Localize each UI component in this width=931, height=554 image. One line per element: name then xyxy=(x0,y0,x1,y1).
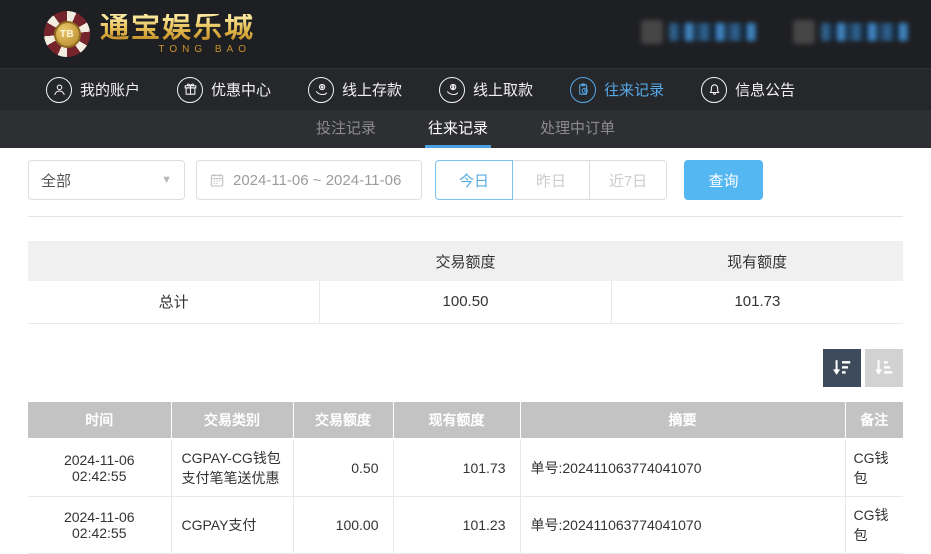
cell-time: 2024-11-06 02:42:55 xyxy=(28,496,171,554)
sort-ascending-icon xyxy=(875,359,893,375)
redacted-text xyxy=(669,23,757,41)
sort-controls xyxy=(28,348,903,387)
filter-row: 全部 ▼ 2024-11-06 ~ 2024-11-06 今日 昨日 近7日 查… xyxy=(0,148,931,200)
user-icon xyxy=(793,20,815,44)
cell-note: CG钱包 xyxy=(844,496,903,554)
tab-label: 往来记录 xyxy=(427,120,488,137)
tab-label: 处理中订单 xyxy=(540,120,616,137)
summary-header-row: 交易额度 现有额度 xyxy=(28,241,903,281)
nav-label: 信息公告 xyxy=(735,82,796,99)
brand-text: 通宝娱乐城 TONG BAO xyxy=(100,11,256,55)
today-button[interactable]: 今日 xyxy=(435,160,513,200)
nav-label: 往来记录 xyxy=(604,82,665,99)
tab-label: 投注记录 xyxy=(315,120,376,137)
nav-item-my-account[interactable]: 我的账户 xyxy=(46,76,141,103)
header-time: 时间 xyxy=(28,401,172,440)
bell-icon xyxy=(701,76,728,103)
clipboard-clock-icon xyxy=(570,76,597,103)
wallet-icon xyxy=(641,20,663,44)
summary-total-label: 总计 xyxy=(28,281,320,324)
cell-note: CG钱包 xyxy=(844,438,903,497)
cell-summary: 单号:202411063774041070 xyxy=(519,438,845,497)
header-note: 备注 xyxy=(845,401,903,440)
query-button[interactable]: 查询 xyxy=(684,160,763,200)
tab-pending-orders[interactable]: 处理中订单 xyxy=(537,110,618,148)
summary-header-empty xyxy=(28,241,320,281)
nav-item-promotions[interactable]: 优惠中心 xyxy=(177,76,272,103)
section-divider xyxy=(28,216,903,217)
casino-chip-icon: TB xyxy=(44,11,90,57)
summary-header-current-balance: 现有额度 xyxy=(611,241,903,281)
tab-transaction-records[interactable]: 往来记录 xyxy=(424,110,491,148)
gift-icon xyxy=(177,76,204,103)
user-balance-redacted xyxy=(641,20,757,44)
sort-descending-icon xyxy=(833,359,851,375)
table-row: 2024-11-06 02:42:55 CGPAY-CG钱包支付笔笔送优惠 0.… xyxy=(28,438,903,497)
main-nav: 我的账户 优惠中心 线上存款 线上取款 往来记录 信息公告 xyxy=(0,68,931,110)
header-amount: 交易额度 xyxy=(293,401,394,440)
tab-betting-records[interactable]: 投注记录 xyxy=(313,110,379,148)
summary-header-transaction-amount: 交易额度 xyxy=(319,241,612,281)
table-row: 2024-11-06 02:42:55 CGPAY支付 100.00 101.2… xyxy=(28,496,903,554)
type-select[interactable]: 全部 ▼ xyxy=(28,160,185,200)
brand-name-cn: 通宝娱乐城 xyxy=(100,11,256,44)
calendar-icon xyxy=(210,174,224,187)
quick-date-button-group: 今日 昨日 近7日 xyxy=(435,160,667,200)
chip-monogram: TB xyxy=(53,20,81,48)
chevron-down-icon: ▼ xyxy=(161,174,172,186)
summary-total-row: 总计 100.50 101.73 xyxy=(28,281,903,324)
summary-total-current-balance: 101.73 xyxy=(610,281,903,324)
cell-amount: 100.00 xyxy=(292,496,393,554)
records-header-row: 时间 交易类别 交易额度 现有额度 摘要 备注 xyxy=(28,401,903,440)
top-header: TB 通宝娱乐城 TONG BAO xyxy=(0,0,931,68)
nav-item-deposit[interactable]: 线上存款 xyxy=(308,76,403,103)
type-select-value: 全部 xyxy=(41,172,72,190)
header-summary: 摘要 xyxy=(520,401,846,440)
cell-balance: 101.23 xyxy=(392,496,520,554)
cell-summary: 单号:202411063774041070 xyxy=(519,496,845,554)
withdraw-hand-dollar-icon xyxy=(439,76,466,103)
summary-table: 交易额度 现有额度 总计 100.50 101.73 xyxy=(28,241,903,324)
records-table: 时间 交易类别 交易额度 现有额度 摘要 备注 2024-11-06 02:42… xyxy=(28,401,903,554)
yesterday-button[interactable]: 昨日 xyxy=(512,160,590,200)
cell-type: CGPAY支付 xyxy=(170,496,293,554)
header-balance: 现有额度 xyxy=(393,401,521,440)
nav-item-announcements[interactable]: 信息公告 xyxy=(701,76,796,103)
last-7-days-button[interactable]: 近7日 xyxy=(589,160,667,200)
cell-time: 2024-11-06 02:42:55 xyxy=(28,438,171,497)
sort-descending-button[interactable] xyxy=(823,348,861,387)
redacted-text xyxy=(821,23,909,41)
date-range-input[interactable]: 2024-11-06 ~ 2024-11-06 xyxy=(196,160,422,200)
user-info-area xyxy=(641,20,909,44)
nav-label: 线上存款 xyxy=(342,82,403,99)
nav-item-transaction-records[interactable]: 往来记录 xyxy=(570,76,665,103)
brand-name-en: TONG BAO xyxy=(158,43,252,55)
sort-ascending-button[interactable] xyxy=(865,348,903,387)
nav-label: 线上取款 xyxy=(473,82,534,99)
sub-tabs: 投注记录 往来记录 处理中订单 xyxy=(0,110,931,148)
user-name-redacted xyxy=(793,20,909,44)
user-icon xyxy=(46,76,72,103)
nav-item-withdraw[interactable]: 线上取款 xyxy=(439,76,534,103)
summary-total-transaction-amount: 100.50 xyxy=(319,281,612,324)
nav-label: 优惠中心 xyxy=(211,82,272,99)
nav-label: 我的账户 xyxy=(80,82,141,99)
header-type: 交易类别 xyxy=(171,401,294,440)
deposit-hand-coin-icon xyxy=(308,76,335,103)
cell-amount: 0.50 xyxy=(292,438,393,497)
brand-logo[interactable]: TB 通宝娱乐城 TONG BAO xyxy=(44,11,255,57)
cell-type: CGPAY-CG钱包支付笔笔送优惠 xyxy=(170,438,293,497)
cell-balance: 101.73 xyxy=(392,438,520,497)
date-range-value: 2024-11-06 ~ 2024-11-06 xyxy=(233,171,402,189)
